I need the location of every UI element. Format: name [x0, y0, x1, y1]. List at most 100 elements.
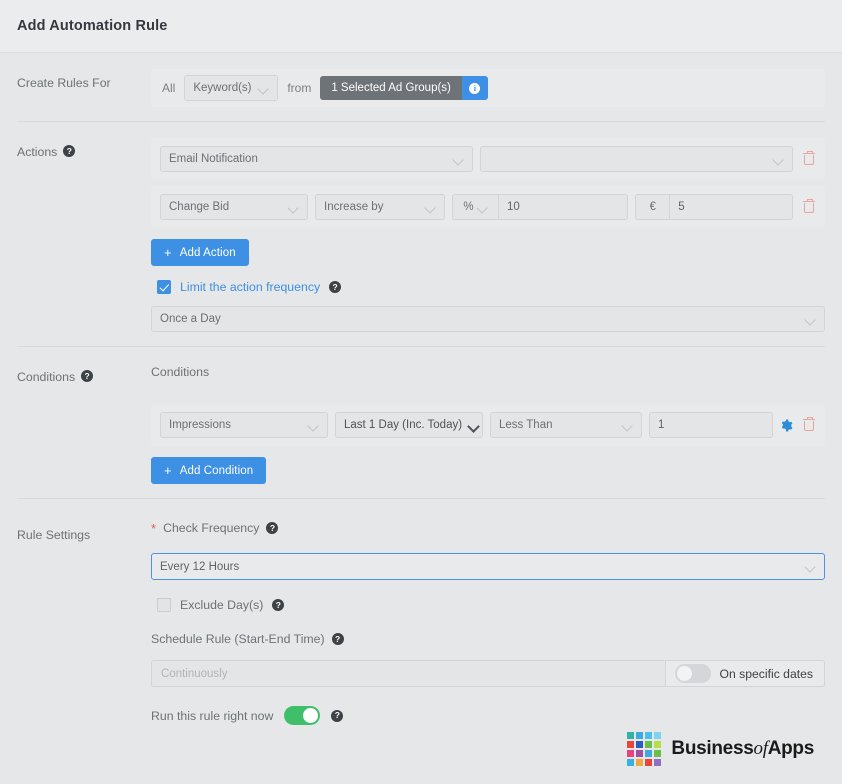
- help-icon-exclude-days[interactable]: [272, 599, 285, 611]
- check-frequency-select[interactable]: Every 12 Hours: [151, 553, 825, 580]
- logo-cell: [627, 741, 635, 748]
- entity-type-select[interactable]: Keyword(s): [184, 75, 279, 101]
- chevron-down-icon: [773, 154, 784, 165]
- delete-action-button[interactable]: [802, 198, 816, 215]
- exclude-days-label: Exclude Day(s): [180, 598, 264, 612]
- create-rules-strip: All Keyword(s) from 1 Selected Ad Group(…: [151, 69, 825, 107]
- logo-cell: [627, 759, 635, 766]
- logo-cell: [636, 741, 644, 748]
- rule-settings-label: Rule Settings: [17, 528, 91, 542]
- info-icon[interactable]: i: [461, 76, 488, 100]
- action-amount-value: 10: [507, 201, 520, 213]
- section-actions: Actions Email Notification: [0, 122, 842, 346]
- action-row: Email Notification: [151, 138, 825, 180]
- gear-icon[interactable]: [780, 419, 793, 432]
- chevron-down-icon: [288, 202, 299, 213]
- condition-value: 1: [658, 419, 665, 431]
- condition-metric-select[interactable]: Impressions: [160, 412, 328, 438]
- action-amount-input[interactable]: 10: [498, 194, 629, 220]
- action-direction-select[interactable]: Increase by: [315, 194, 445, 220]
- section-rule-settings: Rule Settings * Check Frequency Every 12…: [0, 499, 842, 739]
- logo-cell: [654, 759, 662, 766]
- exclude-days-row: Exclude Day(s): [157, 598, 825, 612]
- chevron-down-icon: [477, 202, 488, 213]
- logo-cell: [627, 750, 635, 757]
- schedule-rule-label: Schedule Rule (Start-End Time): [151, 632, 325, 646]
- conditions-sub-label: Conditions: [151, 365, 210, 379]
- condition-value-input[interactable]: 1: [649, 412, 773, 438]
- selected-ad-groups-badge[interactable]: 1 Selected Ad Group(s) i: [320, 76, 488, 100]
- chevron-down-icon: [308, 420, 319, 431]
- action-unit-value: %: [463, 201, 474, 213]
- selected-ad-groups-text: 1 Selected Ad Group(s): [320, 76, 462, 100]
- condition-operator-select[interactable]: Less Than: [490, 412, 642, 438]
- create-rules-label-group: Create Rules For: [17, 69, 151, 107]
- delete-action-button[interactable]: [802, 150, 816, 167]
- toggle-knob: [676, 666, 692, 681]
- chevron-down-icon: [805, 314, 816, 325]
- conditions-label: Conditions: [17, 370, 76, 384]
- action-row: Change Bid Increase by % 10 € 5: [151, 186, 825, 228]
- condition-daterange-value: Last 1 Day (Inc. Today): [344, 419, 463, 431]
- action-type-select[interactable]: Change Bid: [160, 194, 308, 220]
- run-now-row: Run this rule right now: [151, 706, 825, 725]
- schedule-range-input[interactable]: Continuously: [151, 660, 665, 687]
- rule-settings-label-group: Rule Settings: [17, 521, 151, 725]
- run-now-toggle[interactable]: [284, 706, 321, 725]
- add-action-label: Add Action: [179, 246, 236, 259]
- check-frequency-label-group: * Check Frequency: [151, 521, 825, 535]
- help-icon-actions[interactable]: [63, 145, 76, 157]
- schedule-rule-label-group: Schedule Rule (Start-End Time): [151, 632, 825, 646]
- action-frequency-select[interactable]: Once a Day: [151, 306, 825, 332]
- chevron-down-icon: [425, 202, 436, 213]
- logo-cell: [636, 750, 644, 757]
- check-frequency-label: Check Frequency: [163, 521, 260, 535]
- specific-dates-toggle[interactable]: [674, 664, 711, 683]
- limit-frequency-checkbox[interactable]: [157, 280, 171, 294]
- action-direction-value: Increase by: [324, 201, 384, 213]
- help-icon-run-now[interactable]: [331, 709, 344, 722]
- plus-icon: +: [164, 245, 172, 260]
- add-condition-button[interactable]: + Add Condition: [151, 457, 267, 484]
- chevron-down-icon: [805, 561, 816, 572]
- logo-cell: [654, 741, 662, 748]
- help-icon-schedule-rule[interactable]: [331, 633, 344, 645]
- plus-icon: +: [164, 463, 172, 478]
- condition-daterange-select[interactable]: Last 1 Day (Inc. Today): [335, 412, 483, 438]
- logo-cell: [627, 732, 635, 739]
- currency-symbol: €: [649, 201, 656, 213]
- automation-rule-dialog: Add Automation Rule Create Rules For All…: [0, 0, 842, 784]
- schedule-rule-strip: Continuously On specific dates: [151, 660, 825, 687]
- action-type-value: Change Bid: [169, 201, 230, 213]
- help-icon-conditions[interactable]: [81, 370, 94, 382]
- chevron-down-icon: [258, 83, 269, 94]
- logo-cell: [645, 750, 653, 757]
- action-type-value: Email Notification: [169, 153, 258, 165]
- logo-cell: [654, 750, 662, 757]
- logo-cell: [645, 741, 653, 748]
- condition-operator-value: Less Than: [499, 419, 553, 431]
- logo-business: Business: [671, 738, 754, 759]
- action-target-select[interactable]: [480, 146, 793, 172]
- logo-of: of: [753, 738, 768, 759]
- logo-apps: Apps: [767, 738, 815, 759]
- page-title: Add Automation Rule: [17, 18, 168, 34]
- chevron-down-icon: [622, 420, 633, 431]
- logo-text: BusinessofApps: [671, 738, 814, 760]
- add-condition-label: Add Condition: [179, 464, 254, 477]
- actions-label-group: Actions: [17, 138, 151, 332]
- info-glyph: i: [469, 82, 481, 94]
- add-action-button[interactable]: + Add Action: [151, 239, 249, 266]
- help-icon-limit-frequency[interactable]: [329, 281, 342, 293]
- schedule-range-placeholder: Continuously: [161, 667, 228, 680]
- exclude-days-checkbox[interactable]: [157, 598, 171, 612]
- delete-condition-button[interactable]: [802, 416, 816, 433]
- run-now-label: Run this rule right now: [151, 708, 274, 723]
- actions-label: Actions: [17, 145, 58, 159]
- help-icon-check-frequency[interactable]: [266, 522, 279, 534]
- action-unit-select[interactable]: %: [452, 194, 498, 220]
- from-text: from: [287, 81, 312, 95]
- create-rules-label: Create Rules For: [17, 76, 111, 90]
- action-currency-input[interactable]: 5: [669, 194, 794, 220]
- action-type-select[interactable]: Email Notification: [160, 146, 473, 172]
